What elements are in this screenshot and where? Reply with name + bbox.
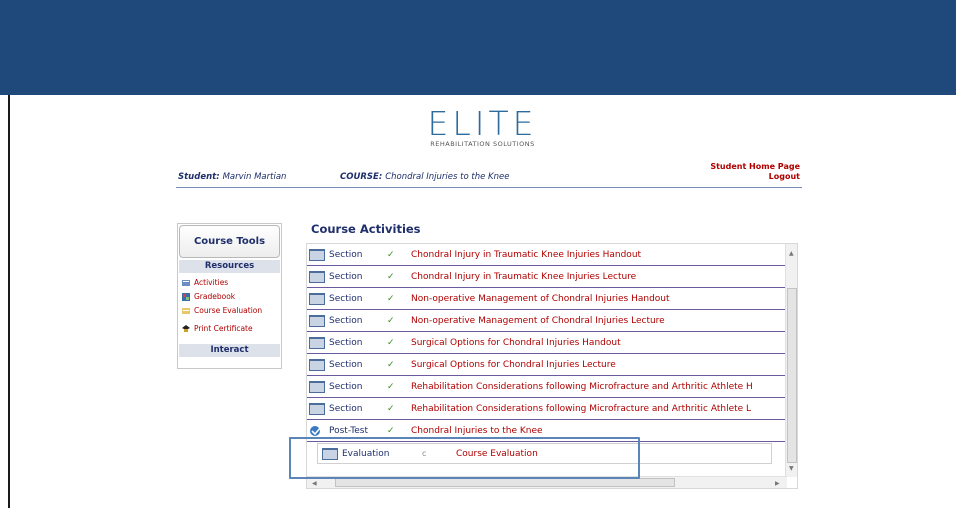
complete-check-icon: ✓ bbox=[387, 271, 395, 282]
vertical-scrollbar[interactable]: ▲ ▼ bbox=[785, 244, 797, 477]
logo-subtitle: REHABILITATION SOLUTIONS bbox=[430, 140, 535, 148]
gradebook-icon bbox=[182, 293, 190, 301]
complete-check-icon: ✓ bbox=[387, 249, 395, 260]
complete-check-icon: ✓ bbox=[387, 337, 395, 348]
activity-link[interactable]: Surgical Options for Chondral Injuries H… bbox=[411, 338, 621, 348]
section-icon bbox=[309, 380, 325, 393]
activity-row[interactable]: Section ✓ Chondral Injury in Traumatic Kne… bbox=[307, 266, 787, 288]
evaluation-icon bbox=[182, 308, 190, 314]
activity-type: Section bbox=[329, 337, 363, 348]
activity-type: Section bbox=[329, 381, 363, 392]
header-band bbox=[0, 0, 956, 95]
activity-link[interactable]: Surgical Options for Chondral Injuries L… bbox=[411, 360, 616, 370]
section-icon bbox=[309, 270, 325, 283]
course-activities-title: Course Activities bbox=[311, 222, 421, 236]
section-icon bbox=[309, 336, 325, 349]
student-label: Student: bbox=[178, 172, 220, 182]
activity-link[interactable]: Rehabilitation Considerations following … bbox=[411, 382, 753, 392]
logo-word: ELITE bbox=[427, 104, 538, 143]
interact-header: Interact bbox=[179, 344, 280, 357]
student-info: Student: Marvin Martian bbox=[178, 172, 286, 182]
activity-row[interactable]: Section ✓ Rehabilitation Considerations fo… bbox=[307, 398, 787, 420]
complete-check-icon: ✓ bbox=[387, 425, 395, 436]
activity-row[interactable]: Section ✓ Chondral Injury in Traumatic Kne… bbox=[307, 244, 787, 266]
scroll-up-icon[interactable]: ▲ bbox=[789, 250, 794, 257]
activity-type: Section bbox=[329, 359, 363, 370]
window-edge bbox=[8, 95, 10, 508]
sidebar-item-print-certificate[interactable]: Print Certificate bbox=[182, 324, 253, 333]
activity-type: Section bbox=[329, 249, 363, 260]
vertical-scroll-thumb[interactable] bbox=[787, 288, 797, 463]
activity-link[interactable]: Non-operative Management of Chondral Inj… bbox=[411, 294, 670, 304]
sidebar-item-gradebook[interactable]: Gradebook bbox=[182, 292, 235, 301]
activities-icon bbox=[182, 280, 190, 286]
elite-logo: ELITE REHABILITATION SOLUTIONS bbox=[415, 107, 550, 152]
activity-row[interactable]: Section ✓ Rehabilitation Considerations fo… bbox=[307, 376, 787, 398]
sidebar-item-label: Print Certificate bbox=[194, 324, 253, 333]
course-tools-panel: Course Tools Resources Activities Gradeb… bbox=[177, 223, 282, 369]
student-home-link[interactable]: Student Home Page bbox=[710, 162, 800, 172]
sidebar-item-course-evaluation[interactable]: Course Evaluation bbox=[182, 306, 274, 315]
certificate-icon bbox=[182, 325, 190, 332]
complete-check-icon: ✓ bbox=[387, 293, 395, 304]
complete-check-icon: ✓ bbox=[387, 403, 395, 414]
student-name: Marvin Martian bbox=[222, 172, 287, 182]
post-test-icon bbox=[310, 425, 322, 436]
sidebar-item-label: Course Evaluation bbox=[194, 306, 263, 315]
activity-link[interactable]: Chondral Injury in Traumatic Knee Injuri… bbox=[411, 272, 636, 282]
complete-check-icon: ✓ bbox=[387, 381, 395, 392]
scroll-down-icon[interactable]: ▼ bbox=[789, 465, 794, 472]
activity-row[interactable]: Section ✓ Surgical Options for Chondral In… bbox=[307, 354, 787, 376]
course-tools-button[interactable]: Course Tools bbox=[179, 225, 280, 258]
section-icon bbox=[309, 358, 325, 371]
complete-check-icon: ✓ bbox=[387, 315, 395, 326]
section-icon bbox=[309, 248, 325, 261]
section-icon bbox=[309, 402, 325, 415]
activity-type: Section bbox=[329, 293, 363, 304]
course-info: COURSE: Chondral Injuries to the Knee bbox=[340, 172, 509, 182]
horizontal-scroll-thumb[interactable] bbox=[335, 478, 675, 487]
activity-type: Post-Test bbox=[329, 425, 368, 436]
sidebar-item-label: Gradebook bbox=[194, 292, 236, 301]
activity-type: Section bbox=[329, 271, 363, 282]
section-icon bbox=[309, 314, 325, 327]
course-name: Chondral Injuries to the Knee bbox=[385, 172, 510, 182]
complete-check-icon: ✓ bbox=[387, 359, 395, 370]
scroll-left-icon[interactable]: ◀ bbox=[312, 480, 317, 487]
activity-type: Section bbox=[329, 403, 363, 414]
sidebar-item-label: Activities bbox=[194, 278, 229, 287]
activity-link[interactable]: Rehabilitation Considerations following … bbox=[411, 404, 751, 414]
top-links: Student Home Page Logout bbox=[710, 162, 800, 182]
course-label: COURSE: bbox=[340, 172, 383, 182]
evaluation-highlight-box bbox=[289, 437, 640, 479]
resources-header: Resources bbox=[179, 260, 280, 273]
logout-link[interactable]: Logout bbox=[710, 172, 800, 182]
sidebar-item-activities[interactable]: Activities bbox=[182, 278, 228, 287]
activity-row[interactable]: Section ✓ Non-operative Management of Chon… bbox=[307, 310, 787, 332]
section-icon bbox=[309, 292, 325, 305]
scroll-right-icon[interactable]: ▶ bbox=[775, 480, 780, 487]
activity-link[interactable]: Non-operative Management of Chondral Inj… bbox=[411, 316, 665, 326]
header-divider bbox=[176, 187, 802, 188]
activity-row[interactable]: Section ✓ Surgical Options for Chondral In… bbox=[307, 332, 787, 354]
activity-link[interactable]: Chondral Injuries to the Knee bbox=[411, 426, 543, 436]
activity-row[interactable]: Section ✓ Non-operative Management of Chon… bbox=[307, 288, 787, 310]
activity-type: Section bbox=[329, 315, 363, 326]
activity-link[interactable]: Chondral Injury in Traumatic Knee Injuri… bbox=[411, 250, 641, 260]
